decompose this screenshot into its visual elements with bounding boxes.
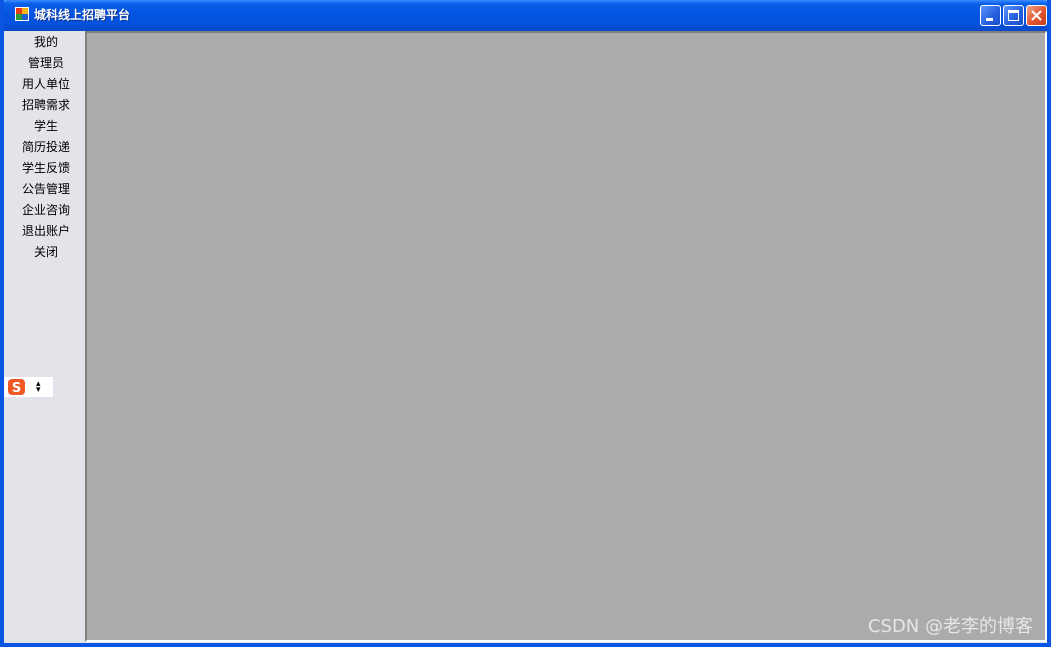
menu-item-student[interactable]: 学生	[4, 116, 88, 137]
main-window: 城科线上招聘平台 我的 管理员 用人单位 招聘需求 学生 简历投递 学生反馈 公…	[0, 0, 1051, 647]
title-bar[interactable]: 城科线上招聘平台	[4, 0, 1047, 31]
menu-item-close[interactable]: 关闭	[4, 242, 88, 263]
ime-toolbar[interactable]: S ▴ ▾	[1, 377, 53, 397]
maximize-button[interactable]	[1003, 5, 1024, 26]
sidebar-menu: 我的 管理员 用人单位 招聘需求 学生 简历投递 学生反馈 公告管理 企业咨询 …	[4, 31, 85, 647]
window-bottom-border	[4, 643, 1047, 647]
app-icon	[15, 7, 29, 21]
menu-item-notice-manage[interactable]: 公告管理	[4, 179, 88, 200]
menu-item-company-consult[interactable]: 企业咨询	[4, 200, 88, 221]
menu-item-admin[interactable]: 管理员	[4, 53, 88, 74]
minimize-button[interactable]	[980, 5, 1001, 26]
menu-item-logout[interactable]: 退出账户	[4, 221, 88, 242]
close-button[interactable]	[1026, 5, 1047, 26]
minimize-icon	[986, 18, 993, 21]
watermark: CSDN @老李的博客	[867, 616, 1033, 637]
ime-logo-letter: S	[12, 381, 21, 396]
window-title: 城科线上招聘平台	[34, 8, 131, 22]
menu-item-mine[interactable]: 我的	[4, 32, 88, 53]
menu-item-employer[interactable]: 用人单位	[4, 74, 88, 95]
maximize-icon	[1008, 10, 1019, 21]
mdi-client-area: CSDN @老李的博客	[85, 31, 1047, 642]
ime-dropdown-icon[interactable]: ▴ ▾	[36, 380, 41, 395]
menu-item-recruit-demand[interactable]: 招聘需求	[4, 95, 88, 116]
menu-item-student-feedback[interactable]: 学生反馈	[4, 158, 88, 179]
close-icon	[1031, 10, 1042, 21]
sogou-ime-icon: S	[8, 379, 25, 396]
menu-item-resume-delivery[interactable]: 简历投递	[4, 137, 88, 158]
ime-grip[interactable]	[1, 380, 4, 394]
